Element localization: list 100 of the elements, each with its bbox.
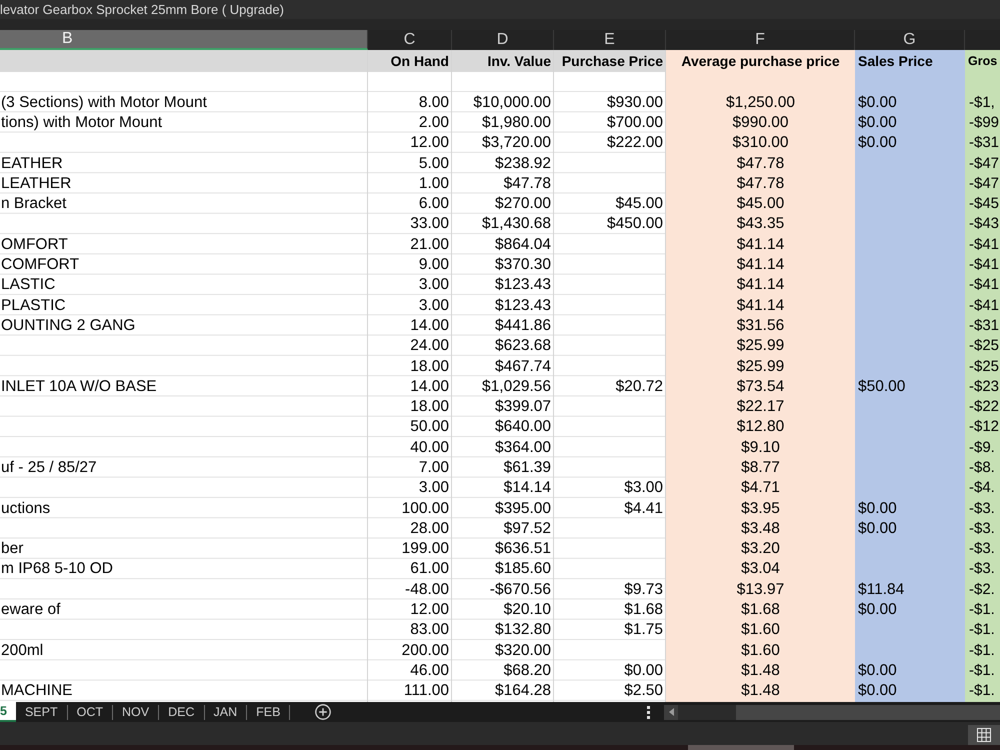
- horizontal-scrollbar[interactable]: [664, 704, 1000, 720]
- sheet-tab[interactable]: 5: [0, 702, 16, 722]
- item-description: OUNTING 2 GANG: [1, 316, 136, 334]
- gross-amount: -$2.: [969, 580, 995, 598]
- gross-amount: -$25: [969, 358, 1000, 374]
- scroll-left-button[interactable]: [664, 704, 678, 720]
- on-hand-quantity: 12.00: [410, 134, 449, 152]
- average-purchase-price: $1.60: [741, 621, 780, 638]
- on-hand-quantity: 18.00: [410, 358, 449, 374]
- item-description: eware of: [1, 601, 60, 618]
- sales-price: $0.00: [858, 114, 897, 131]
- inventory-value: $20.10: [504, 601, 551, 618]
- normal-view-button[interactable]: [968, 725, 1000, 745]
- on-hand-quantity: 9.00: [418, 256, 449, 274]
- gross-amount: -$25: [969, 337, 1000, 354]
- sales-price: $0.00: [858, 601, 897, 618]
- on-hand-quantity: 12.00: [410, 601, 449, 618]
- item-description: (3 Sections) with Motor Mount: [1, 94, 207, 111]
- average-purchase-price: $4.71: [741, 479, 780, 496]
- on-hand-quantity: 21.00: [410, 236, 449, 253]
- average-purchase-price: $43.35: [736, 215, 784, 232]
- gross-amount: -$41: [969, 276, 1000, 294]
- on-hand-quantity: 40.00: [410, 438, 449, 456]
- inventory-value: $395.00: [494, 500, 551, 517]
- on-hand-quantity: 50.00: [410, 418, 449, 436]
- average-purchase-price: $25.99: [736, 358, 784, 374]
- gross-amount: -$3.: [969, 520, 995, 537]
- average-purchase-price: $12.80: [736, 418, 784, 436]
- sheet-tab[interactable]: NOV: [113, 704, 160, 720]
- inventory-value: $164.28: [494, 682, 551, 700]
- on-hand-quantity: 6.00: [418, 195, 449, 212]
- sheet-tab[interactable]: FEB: [247, 704, 290, 720]
- inventory-value: $864.04: [494, 236, 551, 253]
- on-hand-quantity: 3.00: [418, 276, 449, 294]
- purchase-price: $450.00: [606, 215, 663, 232]
- inventory-value: $132.80: [494, 621, 551, 638]
- inventory-value: $370.30: [494, 256, 551, 274]
- average-purchase-price: $73.54: [736, 378, 784, 395]
- gross-amount: -$1.: [969, 621, 995, 638]
- inventory-value: $47.78: [504, 174, 551, 192]
- on-hand-quantity: 14.00: [410, 316, 449, 334]
- item-description: tions) with Motor Mount: [1, 114, 162, 131]
- average-purchase-price: $31.56: [736, 316, 784, 334]
- vertical-dots-icon[interactable]: [647, 706, 650, 718]
- grid-icon: [977, 728, 991, 742]
- item-description: LEATHER: [1, 174, 72, 192]
- column-title: Sales Price: [858, 52, 933, 70]
- column-title: Gros: [968, 52, 998, 70]
- gross-amount: -$45: [969, 195, 1000, 212]
- inventory-value: $68.20: [504, 662, 551, 679]
- on-hand-quantity: 18.00: [410, 398, 449, 416]
- average-purchase-price: $3.20: [741, 540, 780, 558]
- sales-price: $0.00: [858, 682, 897, 700]
- inventory-value: $320.00: [494, 642, 551, 659]
- gross-amount: -$9.: [969, 438, 995, 456]
- purchase-price: $3.00: [624, 479, 663, 496]
- inventory-value: $364.00: [494, 438, 551, 456]
- on-hand-quantity: 2.00: [418, 114, 449, 131]
- inventory-value: $123.43: [494, 276, 551, 294]
- gross-amount: -$43: [969, 215, 1000, 232]
- gross-amount: -$47: [969, 154, 1000, 172]
- inventory-value: $14.14: [504, 479, 551, 496]
- gross-amount: -$41: [969, 256, 1000, 274]
- sheet-tab[interactable]: DEC: [159, 704, 204, 720]
- sheet-tab[interactable]: OCT: [68, 704, 113, 720]
- item-description: n Bracket: [1, 195, 66, 212]
- inventory-value: $61.39: [504, 458, 551, 476]
- column-title: Purchase Price: [562, 52, 663, 70]
- inventory-value: $10,000.00: [473, 94, 551, 111]
- scrollbar-thumb[interactable]: [736, 704, 1000, 720]
- inventory-value: $640.00: [494, 418, 551, 436]
- add-sheet-button[interactable]: [315, 704, 332, 720]
- sheet-tab[interactable]: JAN: [204, 704, 248, 720]
- column-header[interactable]: B: [0, 30, 368, 50]
- sales-price: $0.00: [858, 500, 897, 517]
- average-purchase-price: $990.00: [732, 114, 789, 131]
- average-purchase-price: $41.14: [736, 276, 784, 294]
- average-purchase-price: $3.95: [741, 500, 780, 517]
- purchase-price: $2.50: [624, 682, 663, 700]
- formula-bar[interactable]: levator Gearbox Sprocket 25mm Bore ( Upgrade): [0, 0, 1000, 19]
- gross-amount: -$4.: [969, 479, 995, 496]
- inventory-value: $97.52: [504, 520, 551, 537]
- gross-amount: -$41: [969, 296, 1000, 314]
- average-purchase-price: $45.00: [736, 195, 784, 212]
- sheet-tab[interactable]: SEPT: [16, 704, 68, 720]
- column-title: On Hand: [390, 52, 449, 70]
- on-hand-quantity: 83.00: [410, 621, 449, 638]
- purchase-price: $1.68: [624, 601, 663, 618]
- average-purchase-price: $1.60: [741, 642, 780, 659]
- inventory-value: $185.60: [494, 560, 551, 578]
- gross-amount: -$1.: [969, 682, 995, 700]
- sales-price: $0.00: [858, 662, 897, 679]
- inventory-value: $238.92: [494, 154, 551, 172]
- purchase-price: $4.41: [624, 500, 663, 517]
- left-triangle-icon: [668, 708, 674, 716]
- gross-amount: -$3.: [969, 500, 995, 517]
- purchase-price: $0.00: [624, 662, 663, 679]
- average-purchase-price: $47.78: [736, 154, 784, 172]
- item-description: LASTIC: [1, 276, 56, 294]
- gross-amount: -$31: [969, 134, 1000, 152]
